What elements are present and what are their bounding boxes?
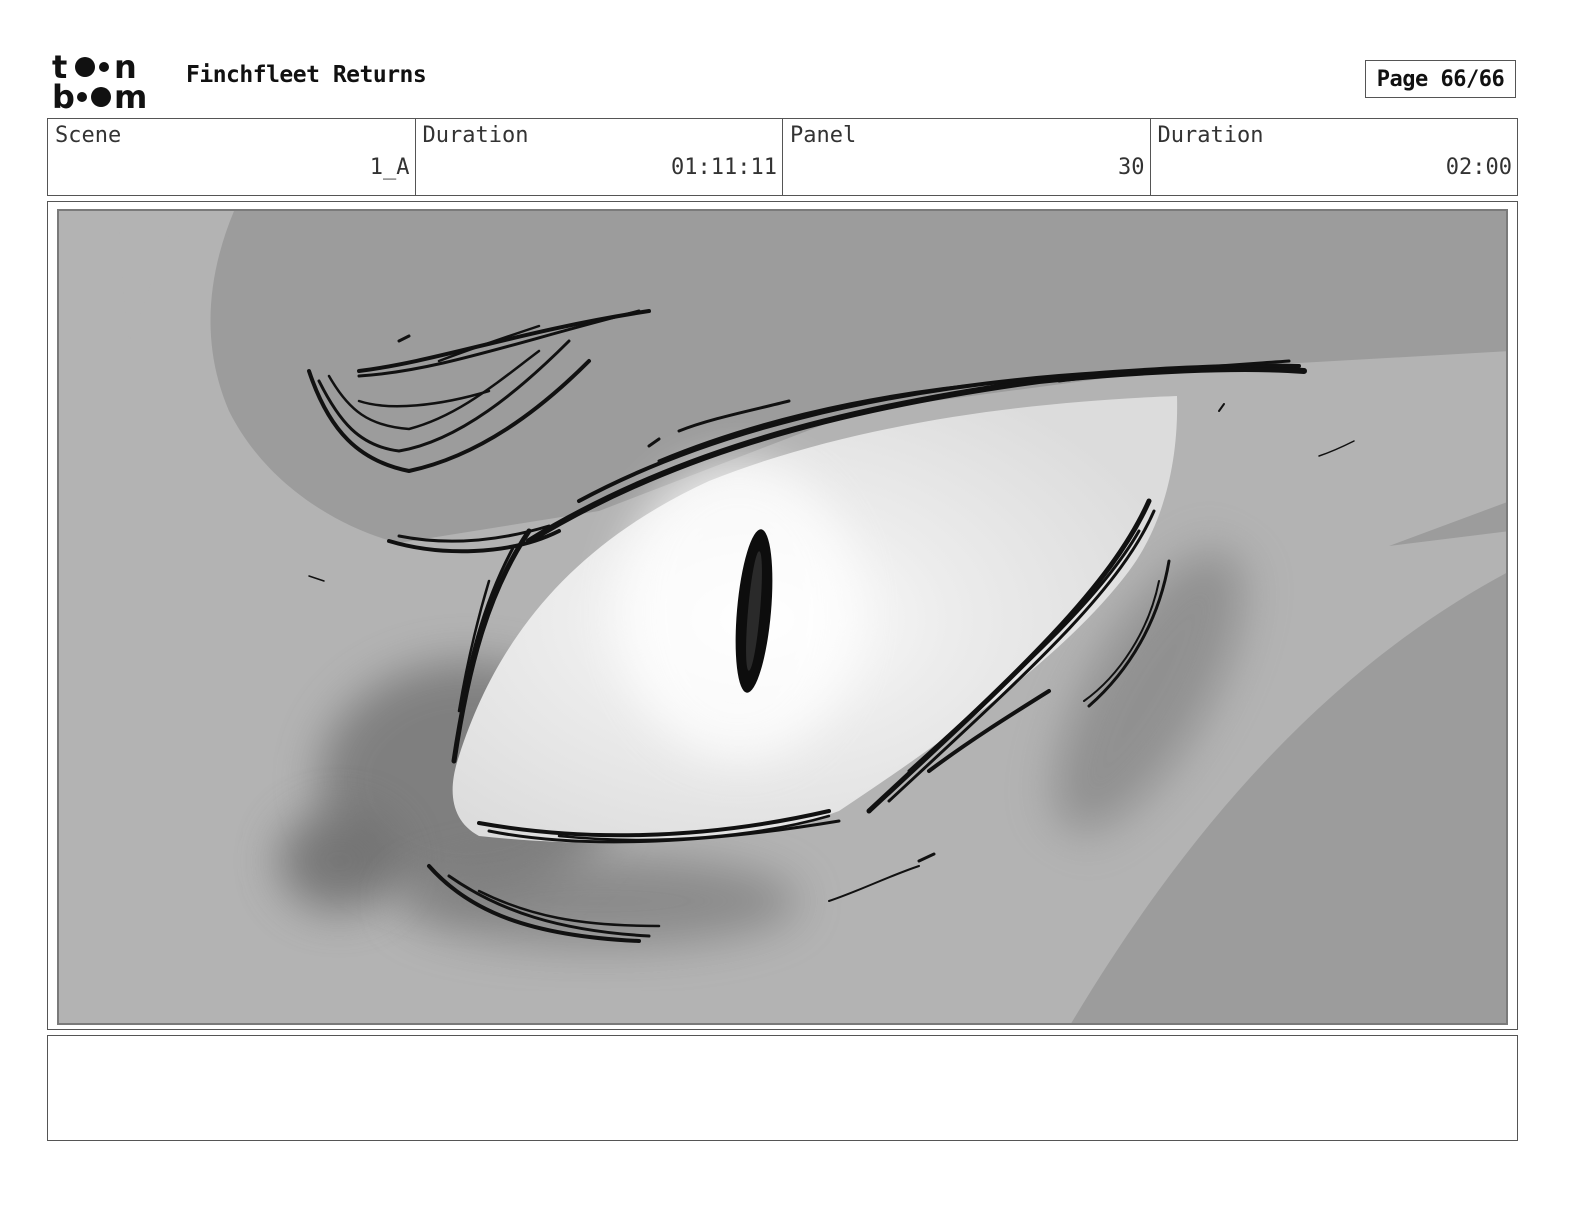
panel-duration-cell: Duration 02:00 [1151,119,1518,195]
scene-duration-value: 01:11:11 [671,155,777,180]
svg-text:b: b [52,78,75,112]
panel-duration-value: 02:00 [1445,155,1512,180]
panel-duration-label: Duration [1157,123,1264,148]
panel-info-table: Scene 1_A Duration 01:11:11 Panel 30 Dur… [47,118,1518,196]
caption-box [47,1035,1518,1141]
scene-duration-cell: Duration 01:11:11 [416,119,783,195]
scene-cell: Scene 1_A [48,119,416,195]
page-indicator: Page 66/66 [1365,60,1516,98]
panel-label: Panel [790,123,857,148]
svg-text:m: m [114,78,147,112]
project-title: Finchfleet Returns [186,62,427,88]
scene-label: Scene [55,123,122,148]
scene-value: 1_A [369,155,410,180]
scene-duration-label: Duration [422,123,529,148]
storyboard-panel-image [57,209,1508,1025]
panel-cell: Panel 30 [783,119,1151,195]
eye-sketch-drawing [59,211,1506,1023]
storyboard-panel-frame [47,201,1518,1030]
panel-value: 30 [1118,155,1145,180]
toon-boom-logo: t n b m [52,48,164,116]
